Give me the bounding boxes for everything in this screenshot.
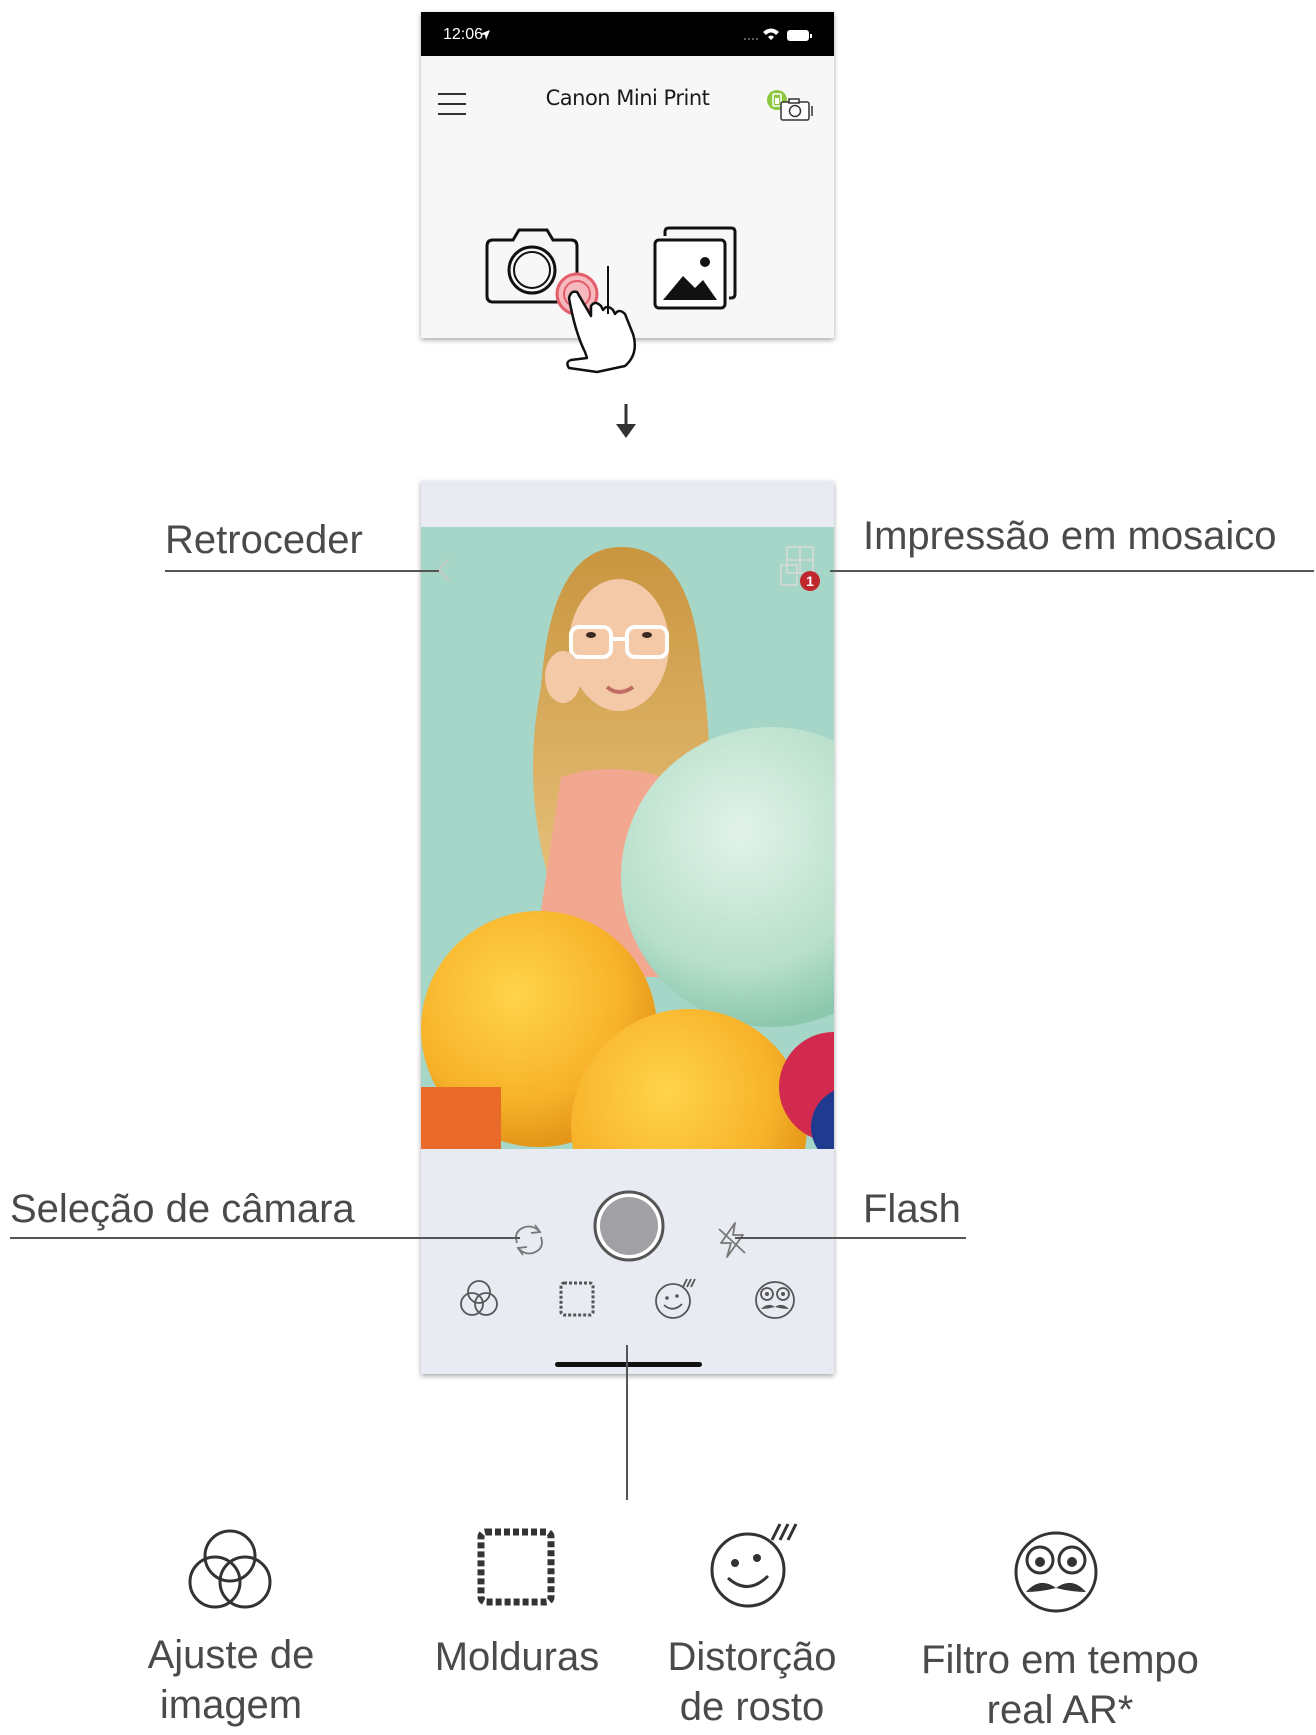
- status-icons: [744, 28, 812, 41]
- location-arrow-icon: [480, 30, 490, 40]
- face-distortion-icon[interactable]: [653, 1277, 699, 1321]
- home-indicator: [555, 1362, 702, 1367]
- ar-mask-icon[interactable]: [751, 1277, 799, 1321]
- feature-label-image-adjust: Ajuste de imagem: [147, 1633, 315, 1727]
- callout-camera-select-line: [10, 1237, 520, 1239]
- callout-flash-label: Flash: [863, 1187, 961, 1231]
- callout-back-label: Retroceder: [165, 518, 363, 562]
- callout-tile-print-line: [830, 570, 1314, 572]
- printer-status-icon[interactable]: [765, 88, 817, 124]
- image-adjust-icon[interactable]: [457, 1277, 501, 1321]
- home-screen: 12:06 Canon Mini Print: [421, 12, 834, 374]
- feature-label-face-distortion: Distorção de rosto: [667, 1635, 837, 1729]
- switch-camera-icon[interactable]: [509, 1221, 549, 1259]
- divider: [607, 266, 609, 314]
- flash-off-icon[interactable]: [715, 1221, 749, 1259]
- legend-face-distortion-icon: [710, 1523, 798, 1608]
- legend-ar-mask-icon: [1014, 1531, 1098, 1613]
- tile-print-icon[interactable]: 1: [779, 545, 825, 593]
- callout-back-line: [165, 570, 439, 572]
- status-bar: 12:06: [421, 12, 834, 56]
- legend-image-adjust-icon: [188, 1529, 272, 1609]
- shutter-button[interactable]: [591, 1188, 667, 1264]
- callout-flash-line: [735, 1237, 966, 1239]
- feature-label-ar-filter: Filtro em tempo real AR*: [921, 1638, 1199, 1732]
- camera-preview: 1: [421, 527, 834, 1149]
- callout-tile-print-label: Impressão em mosaico: [863, 514, 1277, 558]
- tile-print-badge: 1: [806, 573, 814, 589]
- frame-icon[interactable]: [557, 1279, 597, 1319]
- gallery-icon[interactable]: [649, 226, 739, 312]
- status-time: 12:06: [443, 26, 484, 43]
- preview-photo: [421, 527, 834, 1149]
- camera-screen: 1: [421, 481, 834, 1374]
- callout-camera-select-label: Seleção de câmara: [10, 1187, 355, 1231]
- callout-toolbar-line: [626, 1345, 628, 1500]
- feature-label-frames: Molduras: [434, 1635, 600, 1679]
- arrow-down-icon: [616, 404, 636, 438]
- legend-frame-icon: [477, 1528, 555, 1606]
